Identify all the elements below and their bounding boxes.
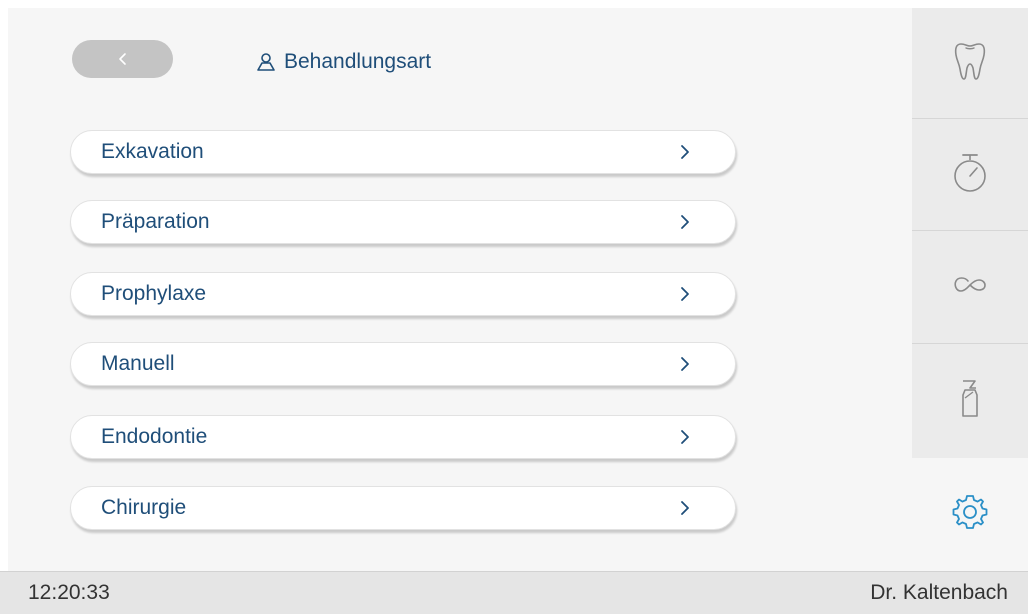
menu-item-praeparation[interactable]: Präparation — [70, 200, 736, 244]
settings-button[interactable] — [912, 458, 1028, 571]
person-icon — [256, 52, 276, 72]
chevron-left-icon — [117, 51, 129, 67]
menu-item-endodontie[interactable]: Endodontie — [70, 415, 736, 459]
menu-item-label: Endodontie — [101, 425, 208, 448]
menu-item-chirurgie[interactable]: Chirurgie — [70, 486, 736, 530]
rail-button-loop[interactable] — [912, 231, 1028, 344]
status-bar: 12:20:33 Dr. Kaltenbach — [0, 571, 1028, 614]
chevron-right-icon — [679, 143, 691, 161]
menu-item-label: Prophylaxe — [101, 282, 207, 305]
menu-item-manuell[interactable]: Manuell — [70, 342, 736, 386]
chevron-right-icon — [679, 285, 691, 303]
menu-item-exkavation[interactable]: Exkavation — [70, 130, 736, 174]
spray-bottle-icon — [956, 378, 984, 425]
status-user: Dr. Kaltenbach — [870, 581, 1008, 604]
stopwatch-icon — [950, 150, 990, 199]
rail-button-spray[interactable] — [912, 344, 1028, 458]
chevron-right-icon — [679, 213, 691, 231]
chevron-right-icon — [679, 499, 691, 517]
gear-icon — [951, 493, 989, 536]
status-time: 12:20:33 — [28, 581, 110, 604]
back-button[interactable] — [72, 40, 173, 78]
page-title: Behandlungsart — [256, 47, 431, 77]
menu-item-label: Exkavation — [101, 140, 204, 163]
menu-item-label: Chirurgie — [101, 496, 187, 519]
page-title-text: Behandlungsart — [284, 50, 432, 73]
chevron-right-icon — [679, 355, 691, 373]
menu-item-prophylaxe[interactable]: Prophylaxe — [70, 272, 736, 316]
right-rail — [912, 8, 1028, 458]
menu-item-label: Manuell — [101, 352, 175, 375]
tooth-icon — [953, 40, 987, 87]
infinity-loop-icon — [950, 274, 990, 301]
menu-item-label: Präparation — [101, 210, 210, 233]
chevron-right-icon — [679, 428, 691, 446]
rail-button-treatment[interactable] — [912, 8, 1028, 119]
rail-button-timer[interactable] — [912, 119, 1028, 231]
screen: Behandlungsart Exkavation Präparation Pr… — [0, 0, 1028, 614]
